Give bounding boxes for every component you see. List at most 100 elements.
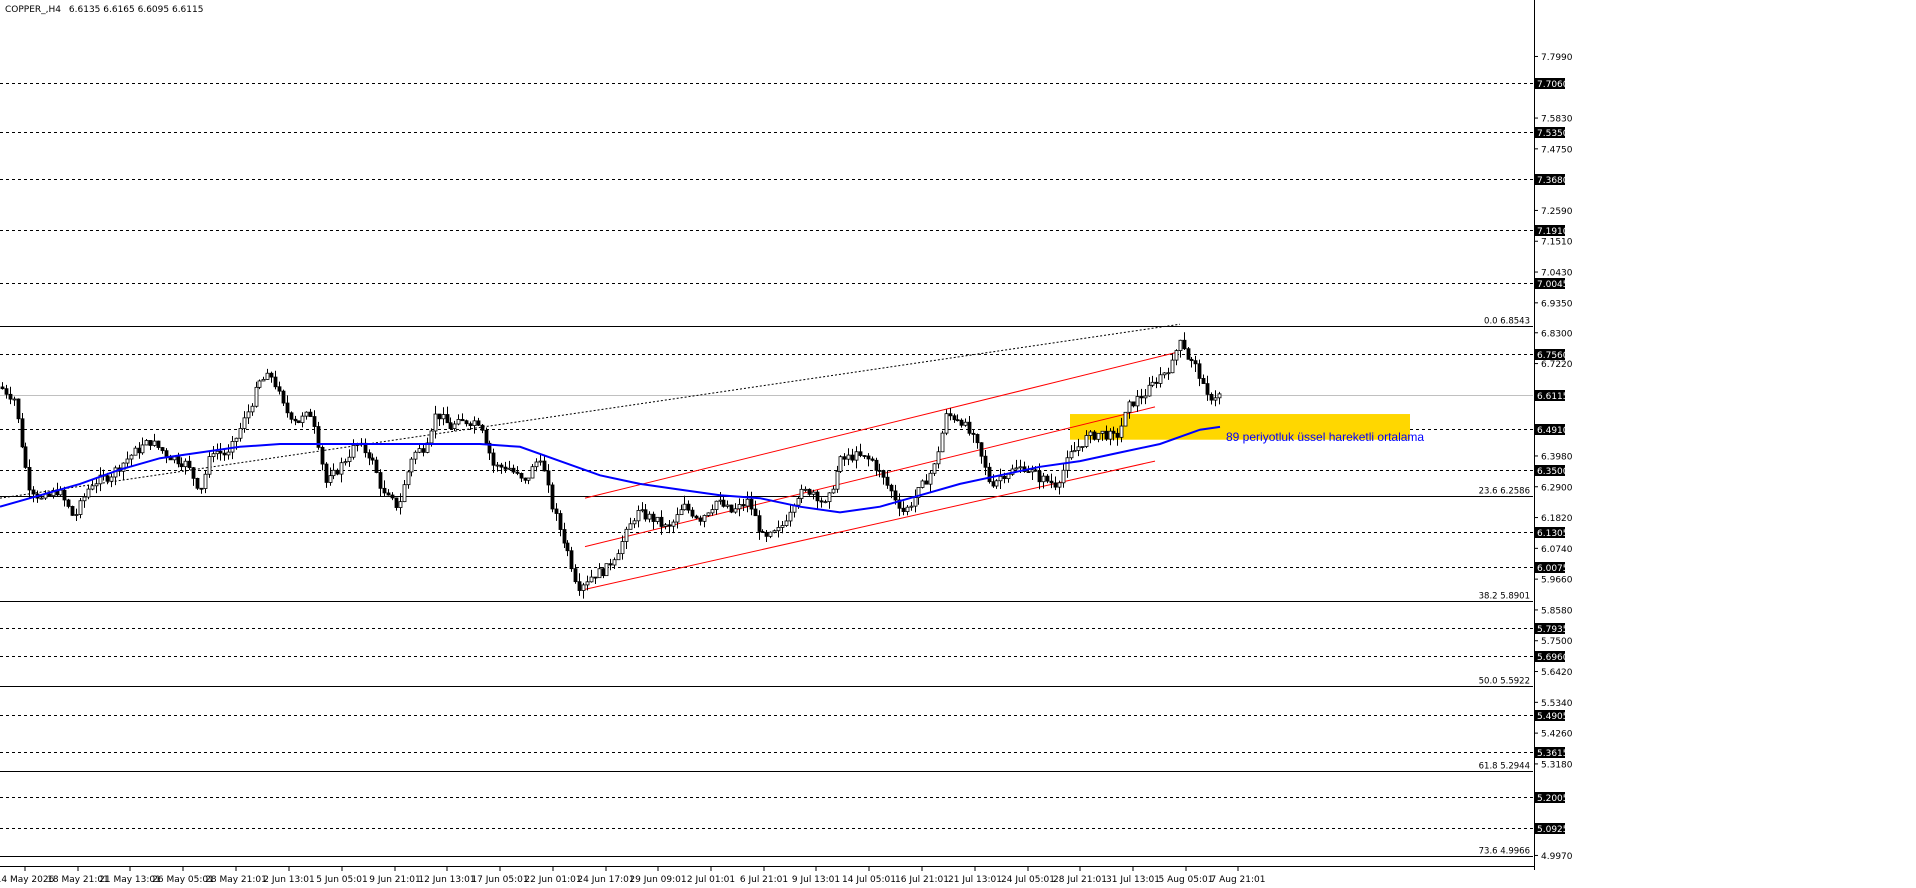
price-tick-label: 6.1820: [1541, 514, 1573, 524]
candle-body: [47, 493, 52, 497]
candle-body: [998, 475, 1003, 482]
candle-body: [176, 456, 181, 465]
candle-body: [417, 448, 422, 453]
candle-body: [1131, 401, 1136, 407]
candle-body: [831, 488, 836, 494]
candle-body: [788, 511, 793, 522]
candle-body: [1084, 435, 1089, 447]
candle-body: [121, 462, 126, 472]
candle-body: [296, 420, 301, 424]
candle-body: [16, 398, 21, 420]
chart-window[interactable]: 0.0 6.8543 23.6 6.2586 38.2 5.8901 50.0 5.5…: [0, 0, 1916, 888]
time-tick-label: 5 Aug 05:01: [1159, 875, 1214, 885]
candle-body: [269, 372, 274, 378]
candle-body: [870, 458, 875, 461]
candle-body: [686, 503, 691, 511]
candle-body: [706, 512, 711, 516]
level-price-label: 5.4905: [1537, 712, 1569, 722]
candle-body: [211, 453, 216, 458]
candle-body: [577, 581, 582, 591]
candle-body: [1018, 466, 1023, 469]
price-tick-label: 5.8580: [1541, 606, 1573, 616]
candle-body: [62, 489, 67, 501]
candle-body: [1143, 395, 1148, 399]
candle-body: [698, 517, 703, 522]
candle-body: [741, 504, 746, 507]
candle-body: [799, 488, 804, 499]
candle-body: [1049, 480, 1054, 484]
candle-body: [370, 457, 375, 461]
candle-body: [152, 440, 157, 446]
candle-body: [694, 515, 699, 519]
candle-body: [441, 414, 446, 420]
candle-body: [58, 489, 63, 496]
candle-body: [558, 513, 563, 530]
candle-body: [846, 454, 851, 460]
time-tick-label: 5 Jun 05:01: [316, 875, 367, 885]
candle-body: [909, 505, 914, 508]
candle-body: [866, 455, 871, 460]
time-tick-label: 28 Jul 21:01: [1053, 875, 1107, 885]
candle-body: [226, 451, 231, 456]
symbol-header: COPPER_,H4 6.6135 6.6165 6.6095 6.6115: [5, 5, 203, 15]
time-tick-label: 21 Jul 13:01: [948, 875, 1002, 885]
candle-body: [971, 432, 976, 435]
candle-body: [565, 542, 570, 552]
candle-body: [1170, 359, 1175, 374]
candle-body: [222, 452, 227, 456]
candle-body: [768, 531, 773, 537]
candle-body: [445, 414, 450, 424]
candle-body: [148, 440, 153, 446]
candle-body: [967, 421, 972, 434]
level-price-label: 5.3615: [1537, 749, 1569, 759]
level-price-label: 5.2005: [1537, 794, 1569, 804]
candle-body: [749, 498, 754, 510]
candle-body: [1026, 471, 1031, 473]
candle-body: [1135, 396, 1140, 407]
candle-body: [140, 444, 145, 454]
candle-body: [495, 464, 500, 467]
candle-body: [944, 413, 949, 434]
candle-body: [1189, 358, 1194, 362]
candle-body: [507, 467, 512, 470]
time-tick-label: 9 Jun 21:01: [369, 875, 420, 885]
candle-body: [156, 440, 161, 448]
candle-body: [187, 460, 192, 469]
candle-body: [1150, 381, 1155, 386]
candle-body: [874, 459, 879, 471]
price-chart[interactable]: 0.0 6.8543 23.6 6.2586 38.2 5.8901 50.0 5.5…: [0, 0, 1916, 888]
candle-body: [1217, 393, 1222, 399]
candle-body: [191, 467, 196, 479]
candle-body: [339, 462, 344, 475]
level-price-label: 5.0925: [1537, 825, 1569, 835]
time-tick-label: 24 Jul 05:01: [1001, 875, 1055, 885]
candle-body: [90, 485, 95, 490]
candle-body: [343, 461, 348, 464]
candle-body: [1193, 360, 1198, 365]
time-tick-label: 2 Jun 13:01: [263, 875, 314, 885]
candle-body: [643, 509, 648, 520]
candle-body: [82, 496, 87, 502]
level-price-label: 7.1910: [1537, 227, 1569, 237]
candle-body: [133, 447, 138, 456]
ema-annotation: 89 periyotluk üssel hareketli ortalama: [1226, 430, 1424, 444]
candle-body: [203, 473, 208, 489]
candle-body: [1045, 475, 1050, 482]
candle-body: [195, 477, 200, 489]
candle-body: [304, 411, 309, 417]
candle-body: [406, 471, 411, 486]
level-price-label: 6.0075: [1537, 564, 1569, 574]
candle-body: [331, 469, 336, 477]
level-price-label: 7.0045: [1537, 280, 1569, 290]
candle-body: [1037, 470, 1042, 483]
candle-body: [597, 568, 602, 579]
candle-body: [620, 541, 625, 555]
candle-body: [612, 559, 617, 566]
candle-body: [1092, 431, 1097, 440]
candle-body: [682, 503, 687, 511]
candle-body: [710, 509, 715, 514]
candle-body: [261, 379, 266, 382]
candle-body: [640, 509, 645, 512]
candle-body: [1061, 469, 1066, 484]
candle-body: [842, 456, 847, 460]
